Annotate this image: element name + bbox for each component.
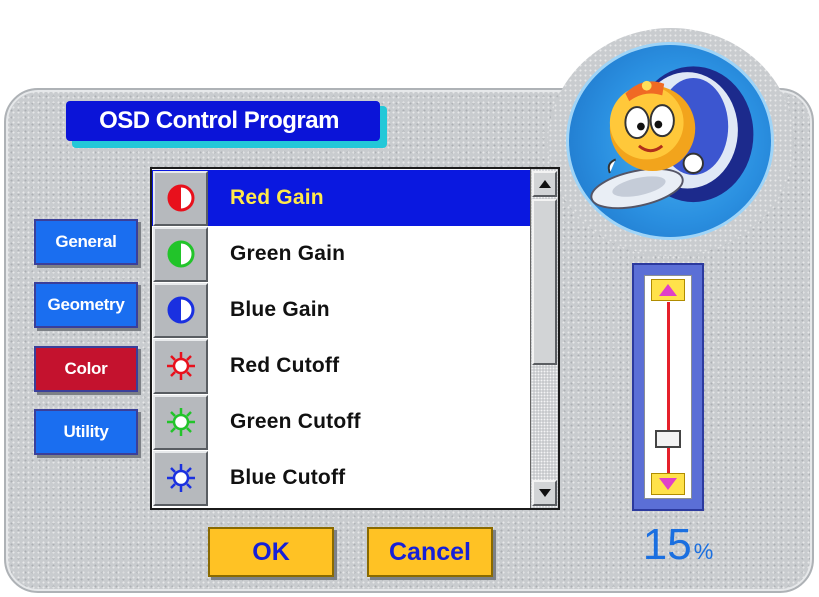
blue-sun-icon [153, 450, 208, 506]
list-item-label: Red Cutoff [230, 354, 340, 377]
list-item-label: Blue Cutoff [230, 466, 346, 489]
triangle-up-icon [659, 284, 677, 296]
tab-utility[interactable]: Utility [34, 409, 138, 455]
scroll-down-button[interactable] [532, 480, 557, 506]
slider-unit: % [693, 539, 714, 564]
red-sun-icon [153, 338, 208, 394]
mascot-logo [566, 42, 774, 240]
scroll-up-button[interactable] [532, 171, 557, 197]
triangle-up-icon [538, 180, 551, 188]
triangle-down-icon [538, 489, 551, 497]
blue-half-circle-icon [153, 282, 208, 338]
slider-decrease-button[interactable] [651, 473, 685, 495]
tab-geometry[interactable]: Geometry [34, 282, 138, 328]
color-settings-list[interactable]: Red Gain Green Gain Blue Gain Red Cutoff… [150, 167, 560, 510]
slider-track-area[interactable] [644, 275, 692, 499]
green-sun-icon [153, 394, 208, 450]
value-slider[interactable] [632, 263, 704, 511]
cancel-button[interactable]: Cancel [367, 527, 493, 577]
list-item-label: Green Cutoff [230, 410, 361, 433]
list-item-red-gain[interactable]: Red Gain [152, 170, 530, 226]
triangle-down-icon [659, 478, 677, 490]
ok-button[interactable]: OK [208, 527, 334, 577]
list-item-label: Red Gain [230, 186, 324, 209]
list-item-label: Blue Gain [230, 298, 330, 321]
tab-general[interactable]: General [34, 219, 138, 265]
slider-value: 15 [642, 520, 692, 569]
list-item-red-cutoff[interactable]: Red Cutoff [152, 338, 530, 394]
app-title: OSD Control Program [66, 101, 380, 141]
list-scrollbar[interactable] [530, 169, 558, 508]
tab-color[interactable]: Color [34, 346, 138, 392]
list-item-green-gain[interactable]: Green Gain [152, 226, 530, 282]
slider-track [667, 302, 670, 474]
red-half-circle-icon [153, 170, 208, 226]
list-item-blue-gain[interactable]: Blue Gain [152, 282, 530, 338]
slider-value-readout: 15 % [618, 520, 738, 576]
green-half-circle-icon [153, 226, 208, 282]
scrollbar-thumb[interactable] [532, 199, 557, 365]
list-item-label: Green Gain [230, 242, 346, 265]
list-item-green-cutoff[interactable]: Green Cutoff [152, 394, 530, 450]
slider-increase-button[interactable] [651, 279, 685, 301]
slider-knob[interactable] [655, 430, 681, 449]
list-item-blue-cutoff[interactable]: Blue Cutoff [152, 450, 530, 506]
